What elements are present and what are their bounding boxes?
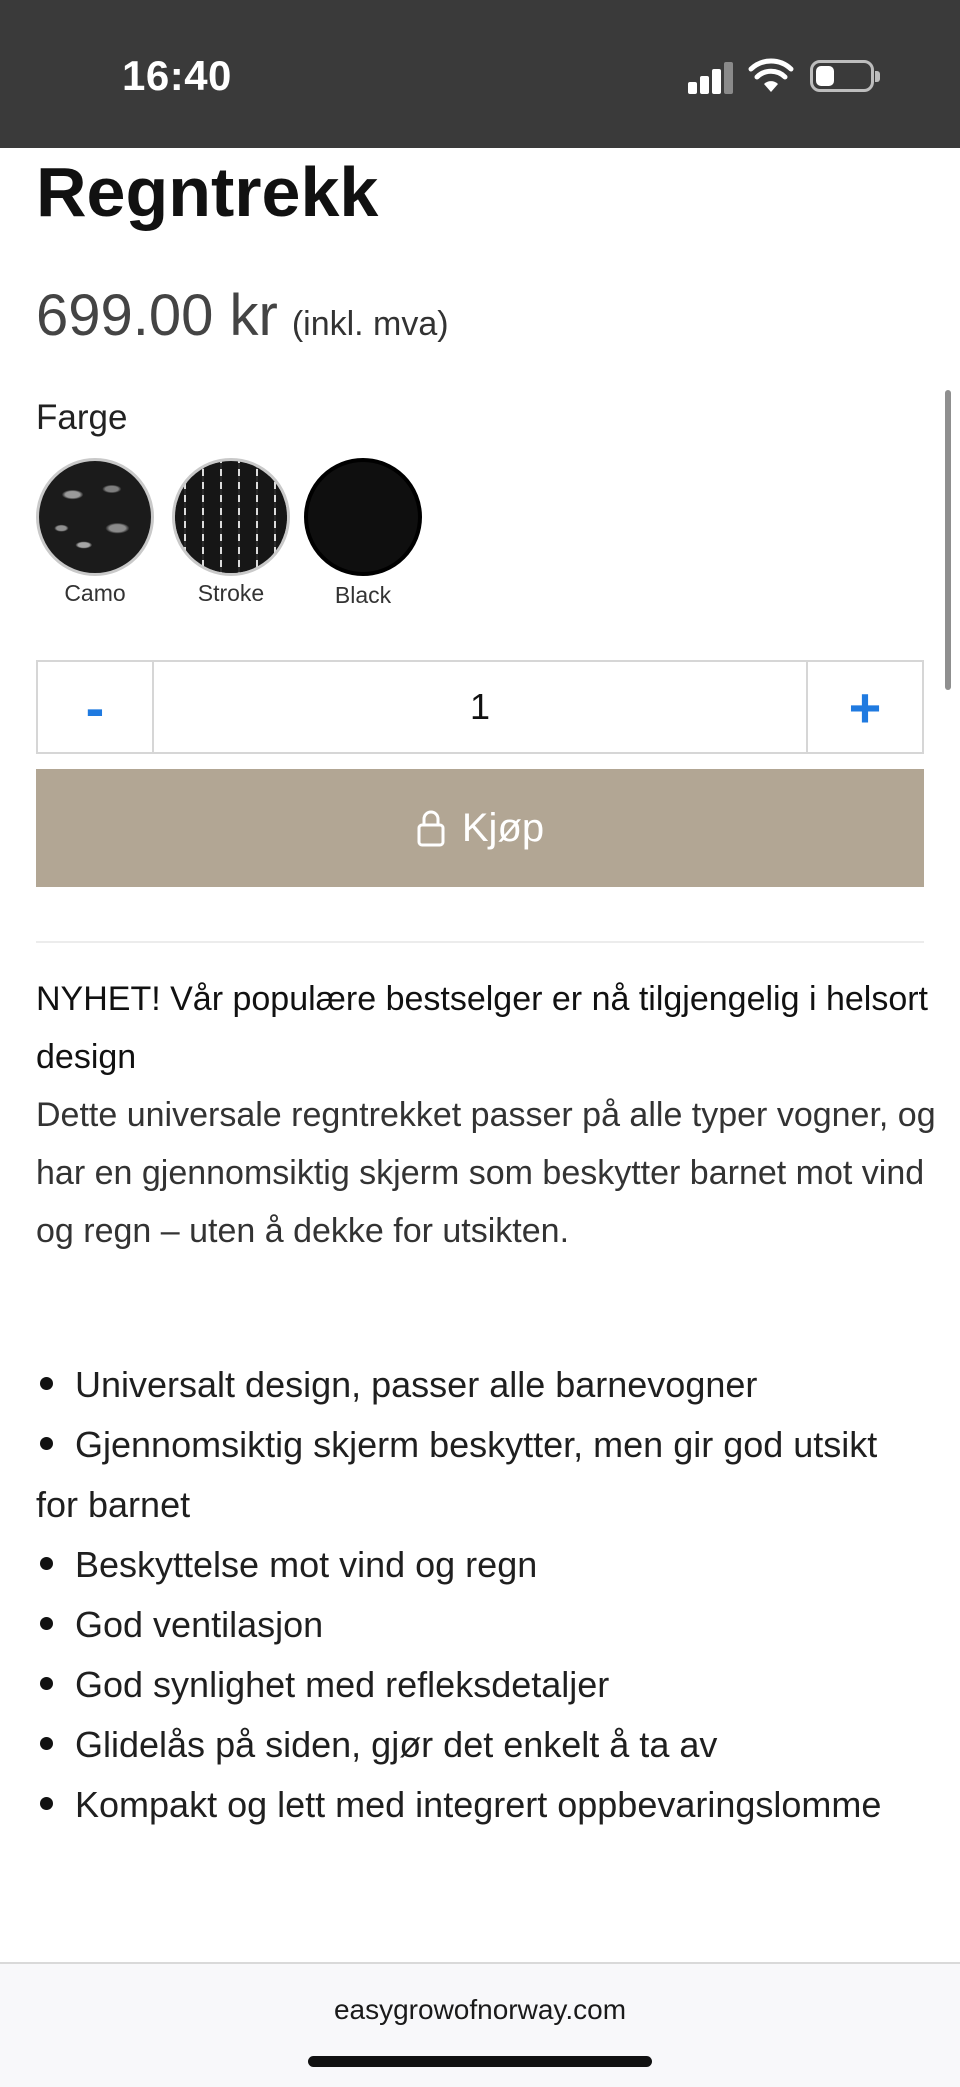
buy-button-label: Kjøp bbox=[461, 805, 545, 850]
color-swatch-black[interactable] bbox=[304, 458, 422, 576]
list-item: Glidelås på siden, gjør det enkelt å ta … bbox=[36, 1715, 916, 1775]
status-time: 16:40 bbox=[122, 52, 232, 99]
price-row: 699.00 kr (inkl. mva) bbox=[36, 282, 449, 349]
lock-icon bbox=[417, 810, 445, 847]
bullet-icon bbox=[40, 1557, 53, 1571]
product-description: NYHET! Vår populære bestselger er nå til… bbox=[36, 970, 936, 1260]
status-bar: 16:40 bbox=[0, 0, 960, 148]
list-item: God synlighet med refleksdetaljer bbox=[36, 1655, 916, 1715]
bullet-icon bbox=[40, 1617, 53, 1631]
swatch-label-stroke: Stroke bbox=[197, 580, 265, 606]
url-text[interactable]: easygrowofnorway.com bbox=[0, 1994, 960, 2026]
product-title: Regntrekk bbox=[36, 153, 379, 231]
swatch-label-camo: Camo bbox=[64, 580, 126, 606]
quantity-input[interactable]: 1 bbox=[154, 662, 806, 752]
swatch-label-black: Black bbox=[334, 582, 392, 608]
product-price: 699.00 kr bbox=[36, 283, 278, 348]
product-page: 16:40 Regntrekk 699.00 kr (inkl. mva) Far… bbox=[0, 0, 960, 2087]
bullet-icon bbox=[40, 1377, 53, 1391]
browser-address-bar: easygrowofnorway.com bbox=[0, 1962, 960, 2087]
feature-list: Universalt design, passer alle barnevogn… bbox=[36, 1355, 916, 1835]
price-vat-note: (inkl. mva) bbox=[291, 305, 449, 343]
wifi-icon bbox=[748, 58, 794, 92]
bullet-icon bbox=[40, 1437, 53, 1451]
description-heading: NYHET! Vår populære bestselger er nå til… bbox=[36, 980, 929, 1076]
list-item: God ventilasjon bbox=[36, 1595, 916, 1655]
quantity-decrease-button[interactable]: - bbox=[38, 662, 154, 752]
description-body: Dette universale regntrekket passer på a… bbox=[36, 1096, 936, 1250]
color-swatch-camo[interactable] bbox=[36, 458, 154, 576]
color-label: Farge bbox=[36, 398, 128, 437]
home-indicator[interactable] bbox=[308, 2056, 652, 2067]
color-swatch-stroke[interactable] bbox=[172, 458, 290, 576]
quantity-stepper: - 1 + bbox=[36, 660, 924, 754]
bullet-icon bbox=[40, 1797, 53, 1811]
scrollbar[interactable] bbox=[945, 390, 951, 690]
buy-button[interactable]: Kjøp bbox=[36, 769, 924, 887]
list-item: Beskyttelse mot vind og regn bbox=[36, 1535, 916, 1595]
section-divider bbox=[36, 941, 924, 943]
quantity-increase-button[interactable]: + bbox=[806, 662, 922, 752]
list-item: Gjennomsiktig skjerm beskytter, men gir … bbox=[36, 1424, 878, 1525]
list-item: Universalt design, passer alle barnevogn… bbox=[36, 1355, 916, 1415]
battery-level bbox=[816, 66, 834, 86]
bullet-icon bbox=[40, 1677, 53, 1691]
battery-icon bbox=[810, 60, 880, 92]
bullet-icon bbox=[40, 1737, 53, 1751]
cellular-signal-icon bbox=[688, 60, 736, 94]
list-item: Kompakt og lett med integrert oppbevarin… bbox=[36, 1775, 916, 1835]
